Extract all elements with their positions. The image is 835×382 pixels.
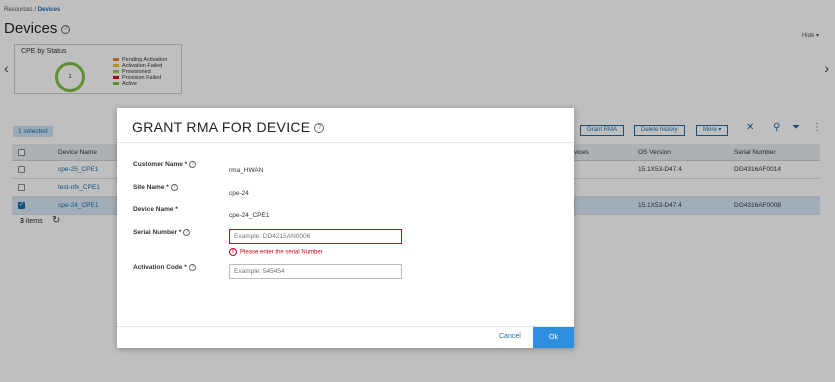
divider — [117, 142, 574, 143]
grant-rma-dialog: GRANT RMA FOR DEVICE? Customer Name *? r… — [117, 108, 574, 348]
serial-number-input[interactable] — [229, 229, 402, 244]
cancel-button[interactable]: Cancel — [499, 333, 521, 340]
device-name-value: cpe-24_CPE1 — [229, 212, 270, 219]
site-name-label: Site Name *? — [133, 184, 178, 191]
activation-code-label-text: Activation Code * — [133, 264, 187, 272]
customer-name-label: Customer Name *? — [133, 161, 197, 169]
dialog-title-text: GRANT RMA FOR DEVICE — [132, 119, 311, 135]
device-name-label: Device Name * — [133, 206, 178, 213]
help-icon[interactable]: ? — [183, 229, 191, 236]
help-icon[interactable]: ? — [170, 184, 178, 191]
customer-name-label-text: Customer Name * — [133, 161, 188, 169]
activation-code-label: Activation Code *? — [133, 264, 196, 271]
serial-number-label: Serial Number *? — [133, 229, 191, 237]
dialog-title: GRANT RMA FOR DEVICE? — [132, 119, 325, 135]
ok-button[interactable]: Ok — [533, 327, 574, 348]
serial-number-error: ! Please enter the serial Number — [229, 248, 323, 256]
customer-name-value: rma_HWAN — [229, 167, 264, 174]
site-name-label-text: Site Name * — [133, 184, 169, 192]
help-icon[interactable]: ? — [188, 264, 196, 271]
serial-number-label-text: Serial Number * — [133, 229, 182, 237]
activation-code-input[interactable] — [229, 264, 402, 279]
site-name-value: cpe-24 — [229, 190, 249, 197]
help-icon[interactable]: ? — [189, 161, 197, 168]
error-icon: ! — [229, 248, 237, 256]
serial-number-error-text: Please enter the serial Number — [240, 249, 323, 256]
help-icon[interactable]: ? — [314, 123, 325, 134]
footer-divider — [117, 326, 574, 327]
